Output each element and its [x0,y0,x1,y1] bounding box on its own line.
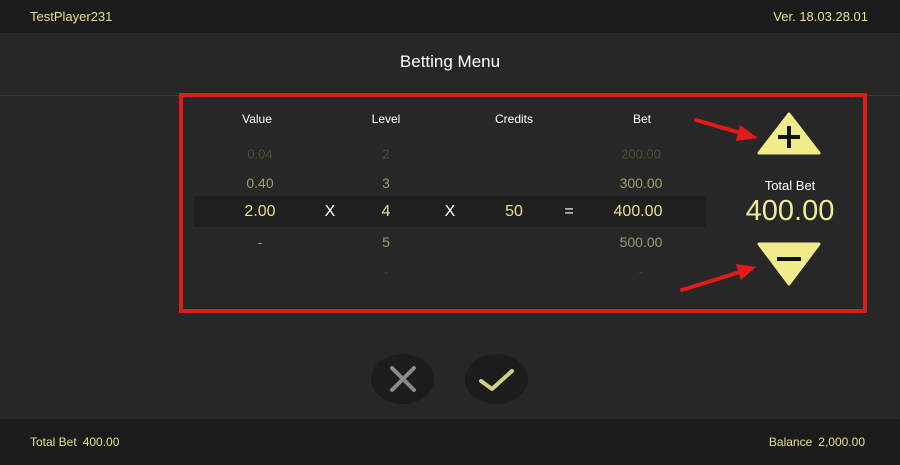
page-title: Betting Menu [399,52,501,71]
footer-balance-label: Balance [768,435,813,449]
cancel-button[interactable] [371,354,434,404]
player-name: TestPlayer231 [30,9,113,24]
checkmark-icon [479,369,514,391]
footer-balance-value: 2,000.00 [818,435,865,449]
annotation-arrow-icon [694,118,758,141]
top-bar: TestPlayer231 Ver. 18.03.28.01 [0,0,900,33]
annotation-arrow-icon [680,264,756,292]
close-icon [390,366,416,392]
footer-bar: Total Bet 400.00 Balance 2,000.00 [0,419,900,465]
footer-total-bet: Total Bet 400.00 [30,435,119,449]
footer-total-bet-label: Total Bet [30,435,77,449]
confirm-button[interactable] [465,354,528,404]
footer-balance: Balance 2,000.00 [769,435,865,449]
footer-total-bet-value: 400.00 [82,435,120,449]
version-label: Ver. 18.03.28.01 [773,9,868,24]
